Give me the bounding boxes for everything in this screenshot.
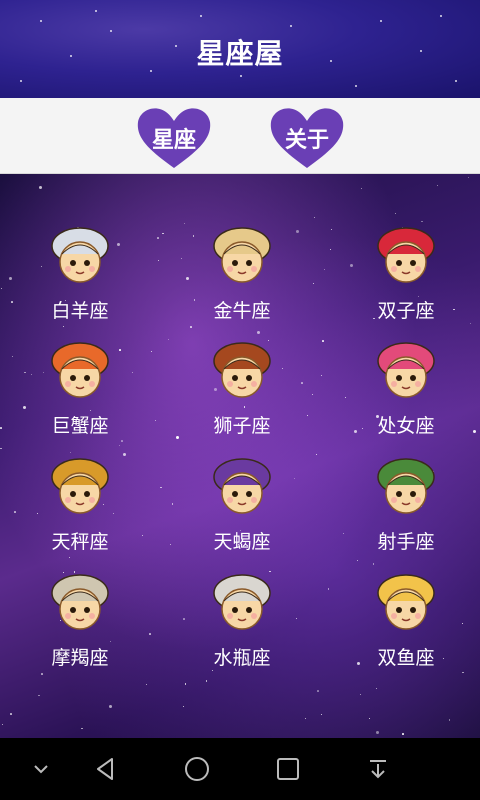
system-navigation-bar (0, 738, 480, 800)
zodiac-item[interactable]: 狮子座 (177, 339, 307, 444)
zodiac-item[interactable]: 巨蟹座 (15, 339, 145, 444)
zodiac-label: 天秤座 (51, 531, 109, 553)
zodiac-label: 巨蟹座 (51, 415, 109, 437)
zodiac-item[interactable]: 双鱼座 (341, 571, 471, 676)
zodiac-item[interactable]: 双子座 (341, 224, 471, 329)
aries-icon (48, 224, 112, 288)
libra-icon (48, 455, 112, 519)
pisces-icon (374, 571, 438, 635)
zodiac-item[interactable]: 水瓶座 (177, 571, 307, 676)
gemini-icon (374, 224, 438, 288)
zodiac-item[interactable]: 天蝎座 (177, 455, 307, 560)
app-header: 星座屋 (0, 0, 480, 98)
taurus-icon (210, 224, 274, 288)
zodiac-label: 金牛座 (213, 300, 271, 322)
virgo-icon (374, 339, 438, 403)
recents-icon[interactable] (272, 753, 304, 785)
chevron-down-icon[interactable] (25, 753, 57, 785)
capricorn-icon (48, 571, 112, 635)
zodiac-label: 水瓶座 (213, 647, 271, 669)
zodiac-label: 双子座 (377, 300, 435, 322)
constellation-button-label: 星座 (151, 127, 196, 153)
page-title: 星座屋 (196, 37, 284, 70)
constellation-button[interactable]: 星座 (135, 106, 213, 170)
zodiac-item[interactable]: 白羊座 (15, 224, 145, 329)
scorpio-icon (210, 455, 274, 519)
toolbar: 星座 关于 (0, 98, 480, 174)
download-icon[interactable] (362, 753, 394, 785)
zodiac-label: 狮子座 (213, 415, 271, 437)
home-icon[interactable] (181, 753, 213, 785)
zodiac-label: 天蝎座 (213, 531, 271, 553)
zodiac-item[interactable]: 金牛座 (177, 224, 307, 329)
zodiac-panel: 白羊座 金牛座 双子座巨蟹座 狮子座 处女座天秤座 天蝎座 射手座摩羯座 水瓶座 双鱼座 (0, 174, 480, 738)
zodiac-item[interactable]: 处女座 (341, 339, 471, 444)
zodiac-label: 双鱼座 (377, 647, 435, 669)
zodiac-label: 摩羯座 (51, 647, 109, 669)
zodiac-item[interactable]: 摩羯座 (15, 571, 145, 676)
zodiac-item[interactable]: 射手座 (341, 455, 471, 560)
about-button[interactable]: 关于 (268, 106, 346, 170)
sagittarius-icon (374, 455, 438, 519)
leo-icon (210, 339, 274, 403)
zodiac-label: 处女座 (377, 415, 435, 437)
zodiac-label: 白羊座 (51, 300, 109, 322)
back-icon[interactable] (90, 753, 122, 785)
cancer-icon (48, 339, 112, 403)
about-button-label: 关于 (284, 127, 329, 153)
zodiac-label: 射手座 (377, 531, 435, 553)
zodiac-item[interactable]: 天秤座 (15, 455, 145, 560)
aquarius-icon (210, 571, 274, 635)
